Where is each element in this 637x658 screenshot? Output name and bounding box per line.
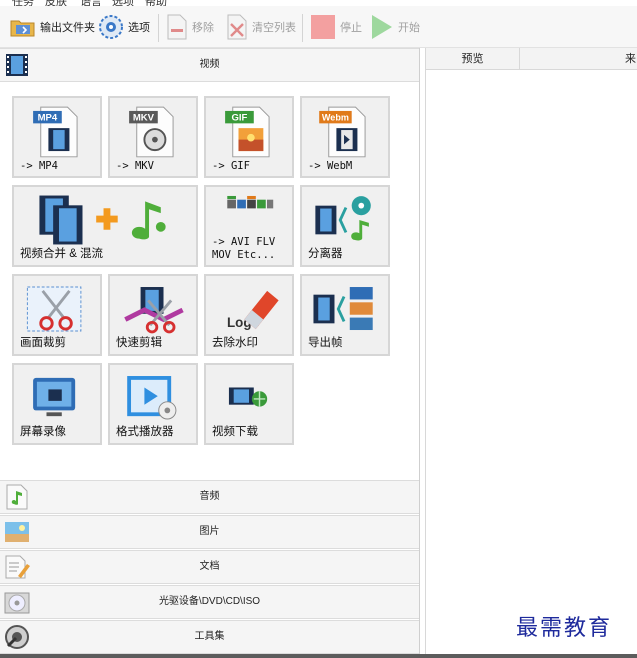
tile-other-formats-label: -> AVI FLV MOV Etc... (212, 236, 276, 261)
tile-format-player[interactable]: 格式播放器 (108, 363, 198, 445)
category-audio-label: 音频 (199, 491, 220, 502)
tile-crop[interactable]: 画面裁剪 (12, 274, 102, 356)
gif-badge-text: GIF (231, 112, 247, 123)
start-button[interactable]: 开始 (370, 12, 420, 42)
mkv-badge-text: MKV (133, 112, 155, 123)
start-label: 开始 (398, 22, 420, 34)
splitter-icon (315, 196, 371, 241)
clear-list-button[interactable]: 清空列表 (226, 12, 296, 42)
category-video-header[interactable]: 视频 (0, 48, 419, 82)
category-tools-header[interactable]: 工具集 (0, 620, 419, 654)
quick-cut-icon (124, 287, 184, 334)
player-icon (127, 376, 177, 420)
tile-crop-label: 画面裁剪 (20, 337, 66, 349)
tile-to-mkv-label: -> MKV (116, 160, 154, 172)
category-panel: 视频 MP4 -> MP4 MKV -> MKV GIF -> GIF Webm… (0, 48, 420, 658)
merge-icon (39, 195, 166, 245)
stop-button[interactable]: 停止 (310, 12, 362, 42)
tile-to-mp4[interactable]: MP4 -> MP4 (12, 96, 102, 178)
tile-to-gif-label: -> GIF (212, 160, 250, 172)
tile-export-frames[interactable]: 导出帧 (300, 274, 390, 356)
toolbar-separator (302, 14, 303, 42)
eraser-icon: Logo (227, 290, 279, 330)
remove-button[interactable]: 移除 (166, 12, 214, 42)
tile-remove-watermark[interactable]: Logo 去除水印 (204, 274, 294, 356)
category-disc-label: 光驱设备\DVD\CD\ISO (158, 596, 261, 607)
category-tools-label: 工具集 (194, 631, 225, 642)
tile-format-player-label: 格式播放器 (116, 426, 174, 438)
tile-screen-record-label: 屏幕录像 (20, 426, 66, 438)
category-document-header[interactable]: 文档 (0, 550, 419, 584)
options-label: 选项 (128, 22, 150, 34)
watermark-text: 最需教育 (516, 616, 613, 641)
clear-list-label: 清空列表 (252, 22, 296, 34)
tile-splitter-label: 分离器 (308, 248, 343, 260)
tile-quick-cut[interactable]: 快速剪辑 (108, 274, 198, 356)
category-image-header[interactable]: 图片 (0, 515, 419, 549)
tile-other-formats[interactable]: -> AVI FLV MOV Etc... (204, 185, 294, 267)
tile-to-mp4-label: -> MP4 (20, 160, 58, 172)
folder-icon (10, 20, 35, 37)
toolbar: 输出文件夹 选项 移除 清空列表 停止 开始 (0, 6, 637, 48)
category-image-label: 图片 (199, 526, 220, 537)
file-list-panel: 预览 来 (425, 48, 637, 658)
tile-screen-record[interactable]: 屏幕录像 (12, 363, 102, 445)
tile-splitter[interactable]: 分离器 (300, 185, 390, 267)
stop-label: 停止 (340, 22, 362, 34)
clear-list-icon (227, 14, 247, 40)
category-document-label: 文档 (199, 561, 220, 572)
output-folder-button[interactable]: 输出文件夹 (10, 12, 95, 42)
screen-record-icon (33, 377, 76, 417)
remove-label: 移除 (192, 22, 214, 34)
tile-quick-cut-label: 快速剪辑 (116, 337, 162, 349)
options-button[interactable]: 选项 (98, 12, 150, 42)
gif-file-icon: GIF (225, 106, 270, 158)
download-globe-icon (228, 387, 268, 407)
column-source[interactable]: 来 (520, 48, 637, 70)
gear-icon (99, 15, 123, 39)
tile-to-webm-label: -> WebM (308, 160, 353, 172)
stop-icon (311, 15, 335, 39)
webm-badge-text: Webm (322, 112, 349, 122)
output-folder-label: 输出文件夹 (40, 22, 95, 34)
category-audio-header[interactable]: 音频 (0, 480, 419, 514)
tile-merge-mux-label: 视频合并 & 混流 (20, 248, 104, 260)
tile-merge-mux[interactable]: 视频合并 & 混流 (12, 185, 198, 267)
tile-to-gif[interactable]: GIF -> GIF (204, 96, 294, 178)
tile-remove-watermark-label: 去除水印 (212, 337, 258, 349)
tile-video-download[interactable]: 视频下载 (204, 363, 294, 445)
play-icon (372, 15, 392, 39)
category-video-label: 视频 (199, 59, 220, 70)
category-disc-header[interactable]: 光驱设备\DVD\CD\ISO (0, 585, 419, 619)
tile-to-mkv[interactable]: MKV -> MKV (108, 96, 198, 178)
column-preview[interactable]: 预览 (426, 48, 520, 70)
remove-file-icon (167, 14, 187, 40)
webm-file-icon: Webm (319, 106, 366, 158)
crop-scissors-icon (26, 286, 82, 332)
tile-export-frames-label: 导出帧 (308, 337, 343, 349)
mp4-file-icon: MP4 (33, 106, 78, 158)
tile-to-webm[interactable]: Webm -> WebM (300, 96, 390, 178)
format-thumbnails-icon (227, 195, 274, 209)
export-frames-icon (313, 287, 373, 331)
tile-video-download-label: 视频下载 (212, 426, 258, 438)
mp4-badge-text: MP4 (38, 112, 58, 123)
status-bar (0, 654, 637, 658)
mkv-file-icon: MKV (129, 106, 174, 158)
toolbar-separator (158, 14, 159, 42)
